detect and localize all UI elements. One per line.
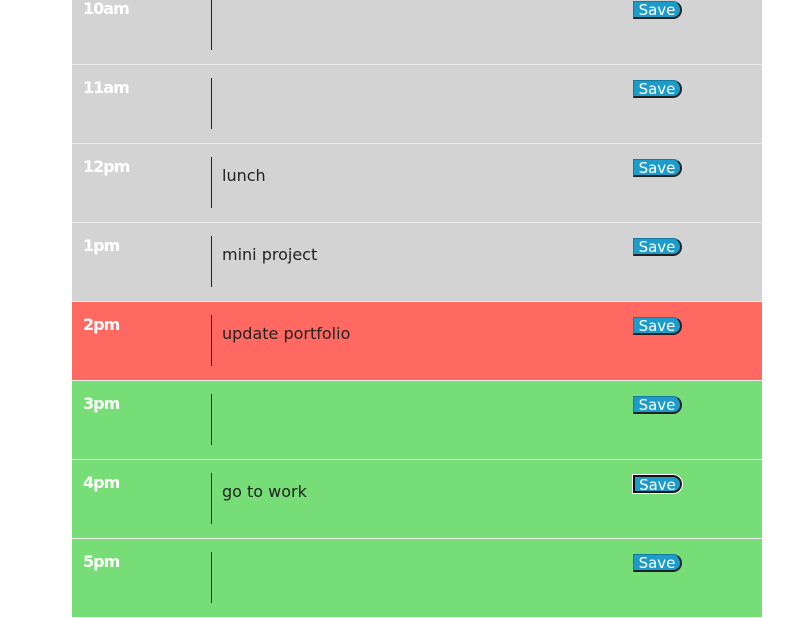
time-block-10am: 10am Save bbox=[72, 0, 762, 65]
save-button[interactable]: Save bbox=[632, 474, 683, 494]
column-divider bbox=[211, 473, 212, 524]
time-block-2pm: 2pm update portfolio Save bbox=[72, 302, 762, 381]
time-block-11am: 11am Save bbox=[72, 65, 762, 144]
task-text[interactable]: lunch bbox=[222, 166, 266, 185]
column-divider bbox=[211, 0, 212, 50]
column-divider bbox=[211, 157, 212, 208]
task-text[interactable]: go to work bbox=[222, 482, 307, 501]
day-planner: 10am Save 11am Save 12pm lunch Save 1pm … bbox=[72, 0, 762, 618]
hour-label: 4pm bbox=[83, 473, 120, 492]
hour-label: 3pm bbox=[83, 394, 120, 413]
hour-label: 12pm bbox=[83, 157, 130, 176]
hour-label: 10am bbox=[83, 0, 130, 18]
column-divider bbox=[211, 236, 212, 287]
column-divider bbox=[211, 78, 212, 129]
column-divider bbox=[211, 315, 212, 366]
time-block-12pm: 12pm lunch Save bbox=[72, 144, 762, 223]
save-button[interactable]: Save bbox=[633, 554, 682, 572]
time-block-3pm: 3pm Save bbox=[72, 381, 762, 460]
hour-label: 11am bbox=[83, 78, 130, 97]
hour-label: 2pm bbox=[83, 315, 120, 334]
hour-label: 5pm bbox=[83, 552, 120, 571]
column-divider bbox=[211, 394, 212, 445]
save-button[interactable]: Save bbox=[633, 80, 682, 98]
save-button[interactable]: Save bbox=[633, 317, 682, 335]
column-divider bbox=[211, 552, 212, 603]
save-button[interactable]: Save bbox=[633, 396, 682, 414]
task-text[interactable]: update portfolio bbox=[222, 324, 350, 343]
task-text[interactable]: mini project bbox=[222, 245, 317, 264]
time-block-5pm: 5pm Save bbox=[72, 539, 762, 618]
hour-label: 1pm bbox=[83, 236, 120, 255]
save-button[interactable]: Save bbox=[633, 1, 682, 19]
time-block-1pm: 1pm mini project Save bbox=[72, 223, 762, 302]
save-button[interactable]: Save bbox=[633, 159, 682, 177]
save-button[interactable]: Save bbox=[633, 238, 682, 256]
time-block-4pm: 4pm go to work Save bbox=[72, 460, 762, 539]
